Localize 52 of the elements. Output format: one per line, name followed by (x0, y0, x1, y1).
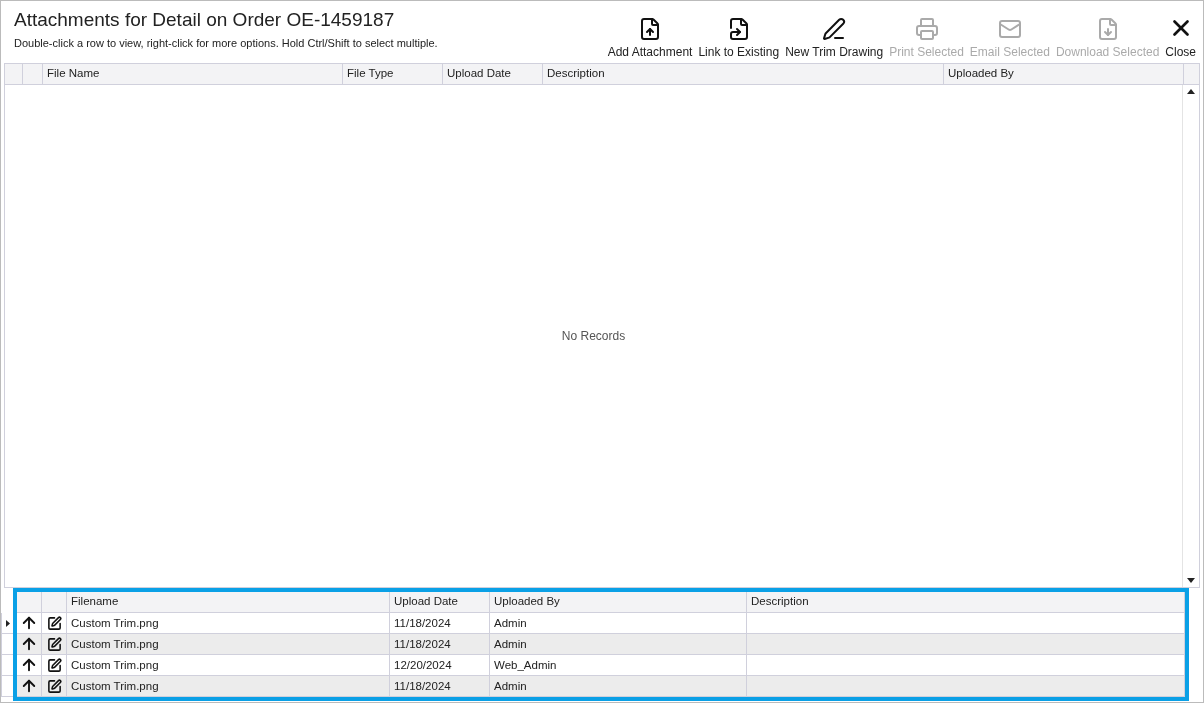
table-cell: Custom Trim.png (67, 655, 390, 676)
instructions-text: Double-click a row to view, right-click for more options. Hold Ctrl/Shift to select multiple. (14, 37, 438, 49)
blank-column-header (17, 592, 42, 613)
edit-button[interactable] (42, 613, 67, 634)
edit-icon (46, 636, 62, 652)
column-header[interactable]: Uploaded By (490, 592, 747, 613)
printer-icon (914, 17, 939, 41)
table-cell: Web_Admin (490, 655, 747, 676)
blank-column-header (42, 592, 67, 613)
column-header[interactable]: Description (747, 592, 1185, 613)
scroll-down-icon[interactable] (1187, 578, 1195, 583)
upload-button[interactable] (17, 634, 42, 655)
toolbar-button[interactable]: New Trim Drawing (782, 17, 887, 59)
table-cell: 11/18/2024 (390, 634, 490, 655)
current-row-icon (5, 619, 10, 627)
column-header[interactable]: File Name (43, 64, 343, 84)
upload-icon (20, 677, 38, 695)
column-header[interactable]: File Type (343, 64, 443, 84)
window-title: Attachments for Detail on Order OE-1459187 (14, 9, 396, 31)
edit-icon (46, 657, 62, 673)
table-cell: Admin (490, 634, 747, 655)
upload-icon (20, 656, 38, 674)
table-cell: Admin (490, 613, 747, 634)
table-cell: Custom Trim.png (67, 613, 390, 634)
edit-button[interactable] (42, 655, 67, 676)
pen-icon (822, 17, 847, 41)
edit-icon (46, 615, 62, 631)
mail-icon (997, 17, 1022, 41)
upload-button[interactable] (17, 655, 42, 676)
row-header[interactable] (1, 613, 13, 634)
empty-message: No Records (561, 329, 626, 343)
table-cell: 11/18/2024 (390, 613, 490, 634)
toolbar-button[interactable]: Close (1162, 15, 1199, 59)
table-cell: Admin (490, 676, 747, 697)
toolbar-button[interactable]: Link to Existing (695, 17, 783, 59)
column-header[interactable]: Filename (67, 592, 390, 613)
column-header[interactable]: Upload Date (390, 592, 490, 613)
upload-icon (20, 614, 38, 632)
edit-icon (46, 678, 62, 694)
column-header[interactable]: Upload Date (443, 64, 543, 84)
edit-button[interactable] (42, 634, 67, 655)
table-cell: Custom Trim.png (67, 634, 390, 655)
scroll-up-icon[interactable] (1187, 89, 1195, 94)
column-header[interactable]: Description (543, 64, 944, 84)
table-cell: 11/18/2024 (390, 676, 490, 697)
upload-button[interactable] (17, 676, 42, 697)
edit-button[interactable] (42, 676, 67, 697)
toolbar-button[interactable]: Add Attachment (604, 17, 696, 59)
table-cell: 12/20/2024 (390, 655, 490, 676)
upload-icon (20, 635, 38, 653)
upload-button[interactable] (17, 613, 42, 634)
table-cell: Custom Trim.png (67, 676, 390, 697)
